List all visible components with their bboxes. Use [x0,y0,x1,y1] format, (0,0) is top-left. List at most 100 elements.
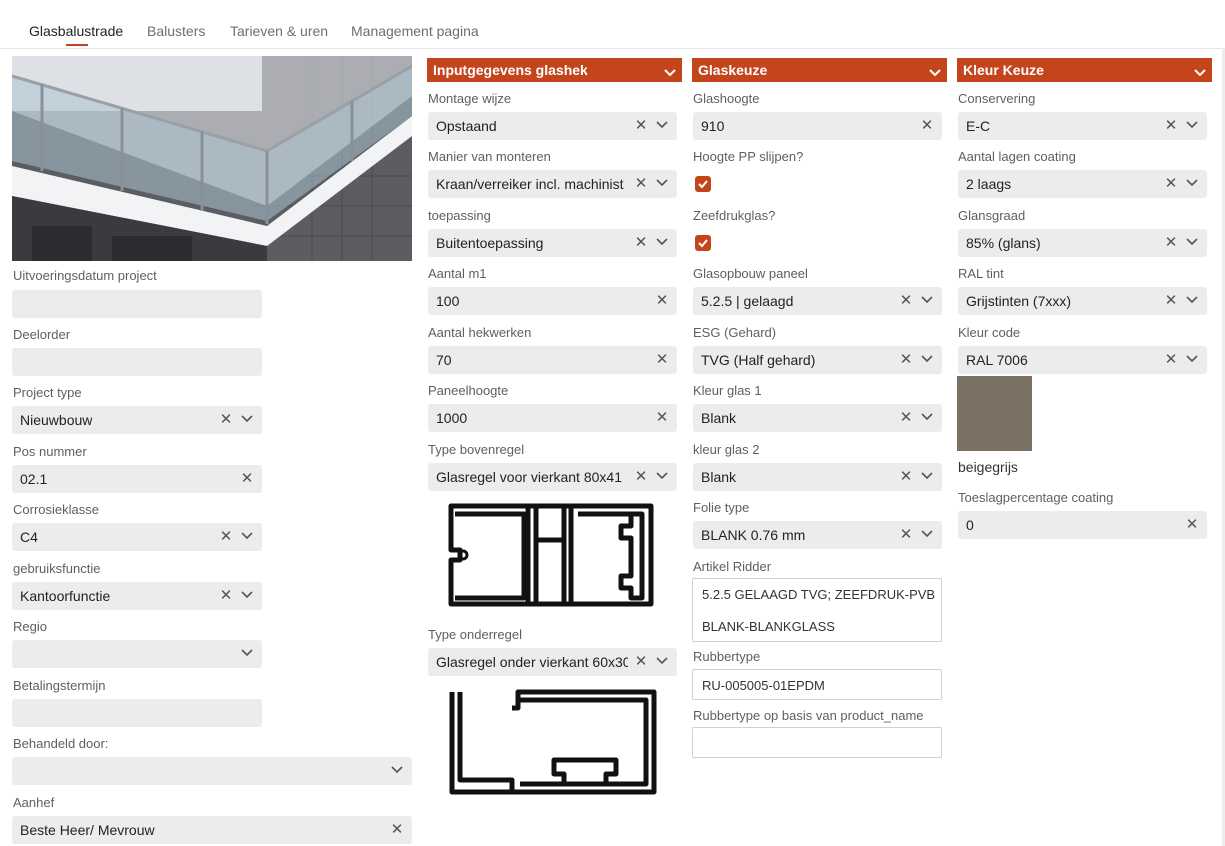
close-icon[interactable]: ✕ [1163,116,1179,136]
aantal-hekwerken-input[interactable]: 70 ✕ [428,346,677,374]
chevron-down-icon[interactable] [654,116,670,136]
tab-management-pagina[interactable]: Management pagina [351,23,479,39]
conservering-select[interactable]: E-C ✕ [958,112,1207,140]
close-icon[interactable]: ✕ [654,408,670,428]
chevron-down-icon[interactable] [239,410,255,430]
montage-select[interactable]: Opstaand ✕ [428,112,677,140]
aantal-hekwerken-label: Aantal hekwerken [428,325,532,340]
glashek-section-header[interactable]: Inputgegevens glashek [427,58,682,82]
close-icon[interactable]: ✕ [1184,515,1200,535]
close-icon[interactable]: ✕ [1163,291,1179,311]
chevron-down-icon[interactable] [1184,350,1200,370]
folie-type-select[interactable]: BLANK 0.76 mm ✕ [693,521,942,549]
rubbertype-product-name-input[interactable] [692,727,942,758]
toepassing-select[interactable]: Buitentoepassing ✕ [428,229,677,257]
artikel-ridder-textarea[interactable]: 5.2.5 GELAAGD TVG; ZEEFDRUK-PVB BLANK-BL… [692,578,942,642]
kleur-glas-2-select[interactable]: Blank ✕ [693,463,942,491]
kleur-code-select[interactable]: RAL 7006 ✕ [958,346,1207,374]
kleur-glas-1-select[interactable]: Blank ✕ [693,404,942,432]
bovenregel-select[interactable]: Glasregel voor vierkant 80x41 ✕ [428,463,677,491]
chevron-down-icon[interactable] [1184,174,1200,194]
paneelhoogte-input[interactable]: 1000 ✕ [428,404,677,432]
close-icon[interactable]: ✕ [218,410,234,430]
manier-label: Manier van monteren [428,149,551,164]
close-icon[interactable]: ✕ [1163,233,1179,253]
close-icon[interactable]: ✕ [633,467,649,487]
aanhef-value: Beste Heer/ Mevrouw [20,822,155,838]
close-icon[interactable]: ✕ [389,820,405,840]
close-icon[interactable]: ✕ [898,467,914,487]
rubbertype-input[interactable]: RU-005005-01EPDM [692,669,942,700]
chevron-down-icon[interactable] [919,350,935,370]
close-icon[interactable]: ✕ [633,174,649,194]
close-icon[interactable]: ✕ [633,116,649,136]
chevron-down-icon[interactable] [919,525,935,545]
gebruiksfunctie-label: gebruiksfunctie [13,561,101,576]
chevron-down-icon[interactable] [389,761,405,781]
close-icon[interactable]: ✕ [633,652,649,672]
chevron-down-icon[interactable] [1184,233,1200,253]
onderregel-profile-drawing [449,689,657,795]
toeslagpercentage-input[interactable]: 0 ✕ [958,511,1207,539]
project-type-select[interactable]: Nieuwbouw ✕ [12,406,262,434]
pp-slijpen-checkbox[interactable] [695,176,711,192]
close-icon[interactable]: ✕ [218,586,234,606]
chevron-down-icon[interactable] [654,652,670,672]
chevron-down-icon[interactable] [919,291,935,311]
close-icon[interactable]: ✕ [898,525,914,545]
chevron-down-icon[interactable] [919,467,935,487]
pp-slijpen-label: Hoogte PP slijpen? [693,149,804,164]
manier-select[interactable]: Kraan/verreiker incl. machinist ✕ [428,170,677,198]
betalingstermijn-input[interactable] [12,699,262,727]
uitvoeringsdatum-input[interactable] [12,290,262,318]
close-icon[interactable]: ✕ [898,408,914,428]
gebruiksfunctie-value: Kantoorfunctie [20,588,111,604]
corrosieklasse-select[interactable]: C4 ✕ [12,523,262,551]
behandeld-door-select[interactable] [12,757,412,785]
aantal-lagen-select[interactable]: 2 laags ✕ [958,170,1207,198]
glaskeuze-section-header[interactable]: Glaskeuze [692,58,947,82]
aanhef-input[interactable]: Beste Heer/ Mevrouw ✕ [12,816,412,844]
glasopbouw-value: 5.2.5 | gelaagd [701,293,794,309]
tab-glasbalustrade[interactable]: Glasbalustrade [29,23,123,39]
close-icon[interactable]: ✕ [239,469,255,489]
chevron-down-icon[interactable] [1184,116,1200,136]
chevron-down-icon[interactable] [654,233,670,253]
close-icon[interactable]: ✕ [654,291,670,311]
chevron-down-icon[interactable] [654,174,670,194]
zeefdruk-checkbox[interactable] [695,235,711,251]
pos-nummer-input[interactable]: 02.1 ✕ [12,465,262,493]
kleur-glas-1-label: Kleur glas 1 [693,383,762,398]
close-icon[interactable]: ✕ [1163,174,1179,194]
glansgraad-select[interactable]: 85% (glans) ✕ [958,229,1207,257]
kleur-keuze-section-header[interactable]: Kleur Keuze [957,58,1212,82]
ral-tint-select[interactable]: Grijstinten (7xxx) ✕ [958,287,1207,315]
deelorder-input[interactable] [12,348,262,376]
esg-select[interactable]: TVG (Half gehard) ✕ [693,346,942,374]
glashoogte-input[interactable]: 910 ✕ [693,112,942,140]
conservering-label: Conservering [958,91,1036,106]
glasopbouw-select[interactable]: 5.2.5 | gelaagd ✕ [693,287,942,315]
chevron-down-icon[interactable] [239,527,255,547]
chevron-down-icon[interactable] [239,586,255,606]
gebruiksfunctie-select[interactable]: Kantoorfunctie ✕ [12,582,262,610]
close-icon[interactable]: ✕ [633,233,649,253]
behandeld-door-label: Behandeld door: [13,736,109,751]
close-icon[interactable]: ✕ [654,350,670,370]
folie-type-label: Folie type [693,500,750,515]
close-icon[interactable]: ✕ [898,291,914,311]
tab-tarieven-uren[interactable]: Tarieven & uren [230,23,328,39]
chevron-down-icon[interactable] [654,467,670,487]
close-icon[interactable]: ✕ [1163,350,1179,370]
chevron-down-icon[interactable] [919,408,935,428]
chevron-down-icon[interactable] [239,644,255,664]
regio-select[interactable] [12,640,262,668]
close-icon[interactable]: ✕ [919,116,935,136]
onderregel-select[interactable]: Glasregel onder vierkant 60x30 ✕ [428,648,677,676]
tab-balusters[interactable]: Balusters [147,23,205,39]
close-icon[interactable]: ✕ [218,527,234,547]
close-icon[interactable]: ✕ [898,350,914,370]
chevron-down-icon[interactable] [1184,291,1200,311]
bovenregel-profile-drawing [448,503,654,607]
aantal-m1-input[interactable]: 100 ✕ [428,287,677,315]
